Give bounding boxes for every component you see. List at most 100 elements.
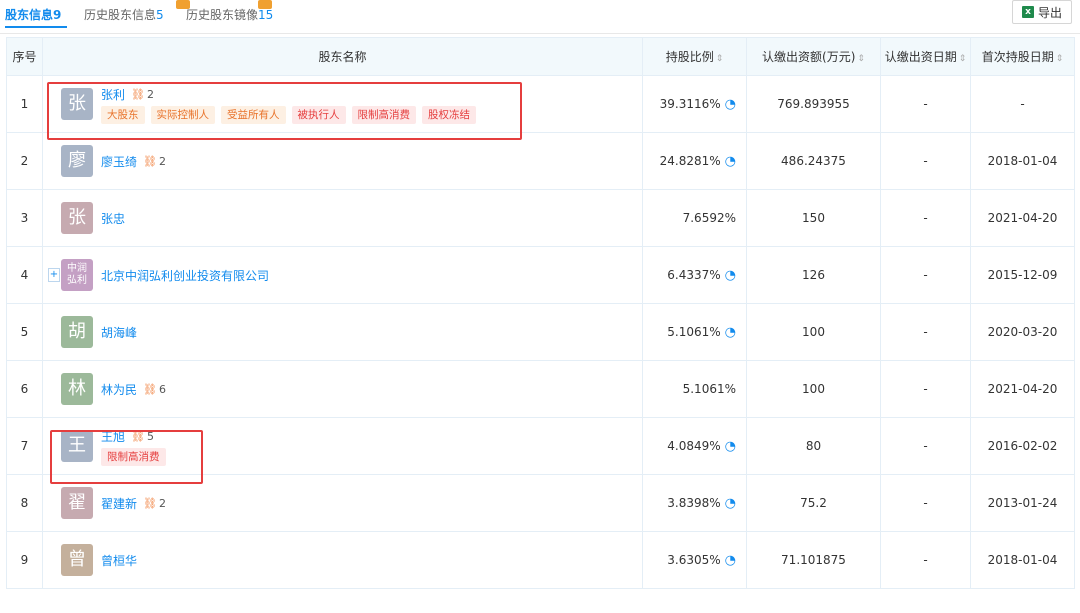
capital-date-cell: - — [880, 360, 971, 418]
holder-line: 北京中润弘利创业投资有限公司 — [101, 267, 269, 284]
pie-chart-icon[interactable]: ◔ — [725, 325, 736, 340]
shareholder-cell: 胡 胡海峰 — [42, 303, 643, 361]
relation-badge[interactable]: ⛓ 2 — [143, 497, 166, 510]
row-index: 4 — [6, 246, 43, 304]
row-index: 8 — [6, 474, 43, 532]
ratio-cell: 3.8398% ◔ — [642, 474, 747, 532]
table-row: 5 胡 胡海峰 5.1061% ◔ 100 - 2020-03-20 — [6, 303, 1075, 361]
shareholder-name-link[interactable]: 林为民 — [101, 381, 137, 398]
risk-tag[interactable]: 限制高消费 — [351, 106, 416, 124]
capital-cell: 100 — [746, 360, 881, 418]
risk-tag[interactable]: 大股东 — [101, 106, 145, 124]
relation-badge[interactable]: ⛓ 6 — [143, 383, 166, 396]
capital-cell: 126 — [746, 246, 881, 304]
relation-badge[interactable]: ⛓ 2 — [131, 88, 154, 101]
table-row: 9 曾 曾桓华 3.6305% ◔ 71.101875 - 2018-01-04 — [6, 531, 1075, 589]
capital-date-cell: - — [880, 189, 971, 247]
sort-icon[interactable]: ⇕ — [716, 54, 724, 64]
sort-icon[interactable]: ⇕ — [959, 54, 967, 64]
avatar: 曾 — [61, 544, 93, 576]
tab-bar: 股东信息9 历史股东信息5 历史股东镜像15 x 导出 — [0, 0, 1080, 34]
capital-cell: 80 — [746, 417, 881, 475]
sort-icon[interactable]: ⇕ — [857, 54, 865, 64]
capital-date-cell: - — [880, 303, 971, 361]
shareholder-name-link[interactable]: 张利 — [101, 86, 125, 103]
avatar: 廖 — [61, 145, 93, 177]
risk-tag[interactable]: 受益所有人 — [221, 106, 286, 124]
tab-history-mirror[interactable]: 历史股东镜像15 — [186, 0, 273, 23]
row-index: 1 — [6, 75, 43, 133]
row-index: 6 — [6, 360, 43, 418]
relation-badge[interactable]: ⛓ 2 — [143, 155, 166, 168]
holder-line: 曾桓华 — [101, 552, 137, 569]
table-row: 2 廖 廖玉绮 ⛓ 2 24.8281% ◔ 486.24375 - 2018-01-… — [6, 132, 1075, 190]
holder-line: 张忠 — [101, 210, 125, 227]
table-row: 1 张 张利 ⛓ 2 大股东 实际控制人 受益所有人 被执行人 限制高消费 股权冻结 39.3… — [6, 75, 1075, 133]
sort-icon[interactable]: ⇕ — [1056, 54, 1064, 64]
holder-line: 翟建新 ⛓ 2 — [101, 495, 166, 512]
first-date-cell: 2018-01-04 — [970, 132, 1075, 190]
shareholder-table: 序号 股东名称 持股比例 ⇕ 认缴出资额(万元) ⇕ 认缴出资日期 ⇕ 首次持股日期 ⇕… — [6, 37, 1075, 589]
capital-date-cell: - — [880, 246, 971, 304]
shareholder-name-link[interactable]: 张忠 — [101, 210, 125, 227]
holder-line: 王旭 ⛓ 5 — [101, 428, 154, 445]
column-header-capital[interactable]: 认缴出资额(万元) ⇕ — [746, 37, 881, 76]
relation-icon: ⛓ — [131, 88, 145, 101]
row-index: 7 — [6, 417, 43, 475]
pie-chart-icon[interactable]: ◔ — [725, 553, 736, 568]
pie-chart-icon[interactable]: ◔ — [725, 154, 736, 169]
risk-tag[interactable]: 限制高消费 — [101, 448, 166, 466]
export-button[interactable]: x 导出 — [1012, 0, 1072, 24]
pie-chart-icon[interactable]: ◔ — [725, 496, 736, 511]
shareholder-name-link[interactable]: 翟建新 — [101, 495, 137, 512]
table-row: 7 王 王旭 ⛓ 5 限制高消费 4.0849% ◔ 80 - 2016-02-02 — [6, 417, 1075, 475]
first-date-cell: 2021-04-20 — [970, 189, 1075, 247]
capital-date-cell: - — [880, 531, 971, 589]
ratio-cell: 24.8281% ◔ — [642, 132, 747, 190]
shareholder-name-link[interactable]: 廖玉绮 — [101, 153, 137, 170]
holder-line: 张利 ⛓ 2 — [101, 86, 154, 103]
column-header-ratio[interactable]: 持股比例 ⇕ — [642, 37, 747, 76]
active-tab-underline — [5, 26, 67, 28]
risk-tag[interactable]: 股权冻结 — [422, 106, 476, 124]
holder-line: 廖玉绮 ⛓ 2 — [101, 153, 166, 170]
table-row: 8 翟 翟建新 ⛓ 2 3.8398% ◔ 75.2 - 2013-01-24 — [6, 474, 1075, 532]
avatar: 中润 弘利 — [61, 259, 93, 291]
first-date-cell: 2021-04-20 — [970, 360, 1075, 418]
shareholder-name-link[interactable]: 北京中润弘利创业投资有限公司 — [101, 267, 269, 284]
column-header-capital-date[interactable]: 认缴出资日期 ⇕ — [880, 37, 971, 76]
expand-button[interactable]: + — [48, 268, 60, 282]
capital-cell: 150 — [746, 189, 881, 247]
first-date-cell: 2016-02-02 — [970, 417, 1075, 475]
avatar: 林 — [61, 373, 93, 405]
relation-badge[interactable]: ⛓ 5 — [131, 430, 154, 443]
ratio-cell: 7.6592% — [642, 189, 747, 247]
shareholder-cell: 张 张忠 — [42, 189, 643, 247]
shareholder-name-link[interactable]: 曾桓华 — [101, 552, 137, 569]
first-date-cell: 2015-12-09 — [970, 246, 1075, 304]
relation-icon: ⛓ — [131, 430, 145, 443]
ratio-cell: 5.1061% — [642, 360, 747, 418]
risk-tag[interactable]: 被执行人 — [291, 106, 346, 124]
risk-tag[interactable]: 实际控制人 — [150, 106, 215, 124]
shareholder-name-link[interactable]: 胡海峰 — [101, 324, 137, 341]
ratio-cell: 3.6305% ◔ — [642, 531, 747, 589]
column-header-first-date[interactable]: 首次持股日期 ⇕ — [970, 37, 1075, 76]
first-date-cell: 2020-03-20 — [970, 303, 1075, 361]
tab-shareholder-info[interactable]: 股东信息9 — [5, 6, 61, 23]
avatar: 胡 — [61, 316, 93, 348]
shareholder-cell: 张 张利 ⛓ 2 大股东 实际控制人 受益所有人 被执行人 限制高消费 股权冻结 — [42, 75, 643, 133]
capital-cell: 100 — [746, 303, 881, 361]
tag-list: 大股东 实际控制人 受益所有人 被执行人 限制高消费 股权冻结 — [101, 106, 476, 124]
pie-chart-icon[interactable]: ◔ — [725, 268, 736, 283]
capital-date-cell: - — [880, 132, 971, 190]
pie-chart-icon[interactable]: ◔ — [725, 439, 736, 454]
pie-chart-icon[interactable]: ◔ — [725, 97, 736, 112]
holder-line: 林为民 ⛓ 6 — [101, 381, 166, 398]
row-index: 3 — [6, 189, 43, 247]
relation-icon: ⛓ — [143, 155, 157, 168]
tab-history-shareholder[interactable]: 历史股东信息5 — [84, 0, 190, 23]
shareholder-name-link[interactable]: 王旭 — [101, 428, 125, 445]
table-row: 6 林 林为民 ⛓ 6 5.1061% 100 - 2021-04-20 — [6, 360, 1075, 418]
ratio-cell: 4.0849% ◔ — [642, 417, 747, 475]
